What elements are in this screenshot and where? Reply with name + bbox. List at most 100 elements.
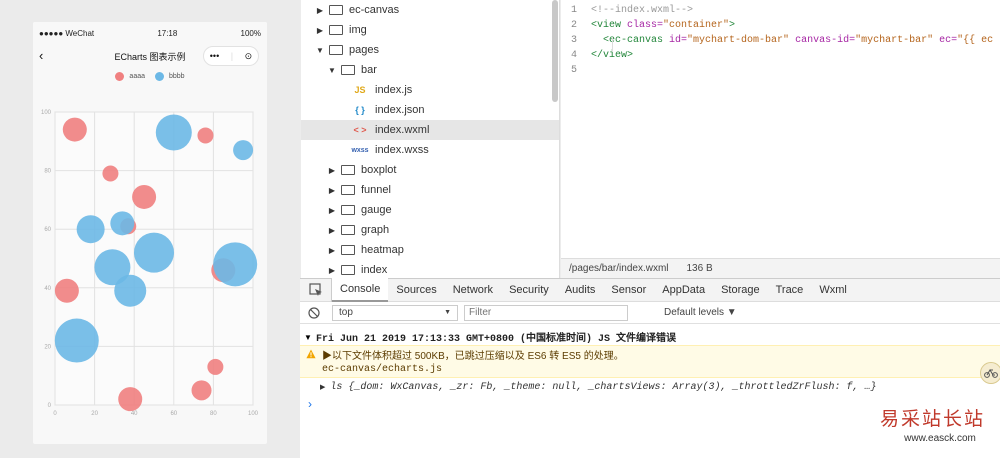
folder-icon xyxy=(341,185,355,195)
code-token: <!--index.wxml--> xyxy=(591,5,694,16)
point-aaaa[interactable] xyxy=(207,358,224,375)
point-aaaa[interactable] xyxy=(62,117,87,142)
tree-item-label: graph xyxy=(361,224,390,236)
code-token: class= xyxy=(627,20,664,31)
group-header-text: Fri Jun 21 2019 17:13:33 GMT+0800 (中国标准时… xyxy=(316,334,677,345)
tab-wxml[interactable]: Wxml xyxy=(811,278,855,302)
tab-network[interactable]: Network xyxy=(445,278,501,302)
json-file-icon: { } xyxy=(355,105,365,115)
point-bbbb[interactable] xyxy=(213,242,258,287)
prompt-caret: › xyxy=(308,397,312,411)
folder-icon xyxy=(341,245,355,255)
tree-item-label: index xyxy=(361,264,388,276)
js-file-icon: JS xyxy=(354,85,366,95)
tree-item-label: heatmap xyxy=(361,244,404,256)
tree-item-label: gauge xyxy=(361,204,392,216)
indent-guide xyxy=(612,37,613,52)
tab-appdata[interactable]: AppData xyxy=(654,278,713,302)
y-tick-label: 80 xyxy=(44,169,51,175)
tree-item-gauge[interactable]: ▶ gauge xyxy=(301,200,559,220)
caret-right-icon[interactable]: ▶ xyxy=(327,206,337,215)
console-warning-row: ▶以下文件体积超过 500KB，已跳过压缩以及 ES6 转 ES5 的处理。 xyxy=(300,345,1000,362)
caret-right-icon[interactable]: ▶ xyxy=(327,166,337,175)
tab-storage[interactable]: Storage xyxy=(713,278,768,302)
console-group-header[interactable]: ▼ Fri Jun 21 2019 17:13:33 GMT+0800 (中国标… xyxy=(300,329,1000,346)
tree-item-index[interactable]: ▶ index xyxy=(301,260,559,278)
context-select[interactable]: top ▼ xyxy=(332,304,458,321)
code-line[interactable]: 5 xyxy=(561,63,1000,78)
code-line[interactable]: 4 </view> xyxy=(561,48,1000,63)
log-text: ls {_dom: WxCanvas, _zr: Fb, _theme: nul… xyxy=(330,381,877,393)
code-editor[interactable]: 1 <!--index.wxml--> 2 <view class= "containe… xyxy=(561,0,1000,258)
folder-icon xyxy=(341,165,355,175)
tree-item-index-wxss[interactable]: wxss index.wxss xyxy=(301,140,559,160)
tab-sensor[interactable]: Sensor xyxy=(603,278,654,302)
folder-icon xyxy=(341,225,355,235)
y-tick-label: 100 xyxy=(41,110,52,116)
point-bbbb[interactable] xyxy=(233,140,254,161)
bike-icon xyxy=(980,362,1000,384)
code-line[interactable]: 3 <ec-canvas id= "mychart-dom-bar" canvas… xyxy=(561,33,1000,48)
tab-console[interactable]: Console xyxy=(332,278,389,302)
inspect-element-icon[interactable] xyxy=(300,278,332,302)
folder-icon xyxy=(329,45,343,55)
tab-audits[interactable]: Audits xyxy=(557,278,604,302)
caret-right-icon[interactable]: ▶ xyxy=(327,186,337,195)
scatter-chart[interactable]: 00 20 20 40 40 60 60 80 80 100 100 xyxy=(33,22,267,444)
caret-right-icon[interactable]: ▶ xyxy=(327,266,337,275)
caret-right-icon[interactable]: ▶ xyxy=(315,6,325,15)
line-number: 1 xyxy=(570,5,577,16)
code-token: "{{ ec xyxy=(957,35,994,46)
tree-item-graph[interactable]: ▶ graph xyxy=(301,220,559,240)
point-bbbb[interactable] xyxy=(114,274,147,307)
tree-item-funnel[interactable]: ▶ funnel xyxy=(301,180,559,200)
tree-item-index-wxml[interactable]: < > index.wxml xyxy=(301,120,559,140)
file-tree-scrollbar[interactable] xyxy=(552,0,558,102)
code-token: "container" xyxy=(663,20,730,31)
tree-item-bar[interactable]: ▼ bar xyxy=(301,60,559,80)
file-size: 136 B xyxy=(686,263,713,274)
point-aaaa[interactable] xyxy=(102,165,119,182)
watermark-url: www.easck.com xyxy=(904,433,976,444)
tree-item-heatmap[interactable]: ▶ heatmap xyxy=(301,240,559,260)
point-bbbb[interactable] xyxy=(110,211,135,236)
caret-right-icon[interactable]: ▶ xyxy=(315,26,325,35)
tab-sources[interactable]: Sources xyxy=(388,278,444,302)
console-filter-input[interactable] xyxy=(464,304,628,321)
point-bbbb[interactable] xyxy=(76,215,105,244)
log-levels-select[interactable]: Default levels ▼ xyxy=(664,307,737,318)
expand-right-icon[interactable]: ▶ xyxy=(320,383,325,392)
tree-item-label: index.wxml xyxy=(375,124,430,136)
point-aaaa[interactable] xyxy=(54,278,79,303)
code-line[interactable]: 1 <!--index.wxml--> xyxy=(561,3,1000,18)
tree-item-img[interactable]: ▶ img xyxy=(301,20,559,40)
point-aaaa[interactable] xyxy=(197,127,214,144)
clear-console-icon[interactable] xyxy=(300,306,328,319)
code-line[interactable]: 2 <view class= "container" > xyxy=(561,18,1000,33)
tree-item-index-js[interactable]: JS index.js xyxy=(301,80,559,100)
console-log-row[interactable]: ▶ ls {_dom: WxCanvas, _zr: Fb, _theme: n… xyxy=(300,379,1000,395)
tree-item-boxplot[interactable]: ▶ boxplot xyxy=(301,160,559,180)
tree-item-ec-canvas[interactable]: ▶ ec-canvas xyxy=(301,0,559,20)
point-bbbb[interactable] xyxy=(54,318,99,363)
warning-file[interactable]: ec-canvas/echarts.js xyxy=(322,364,442,375)
tab-security[interactable]: Security xyxy=(501,278,557,302)
point-aaaa[interactable] xyxy=(118,387,143,412)
caret-right-icon[interactable]: ▶ xyxy=(327,246,337,255)
warning-file-row: ec-canvas/echarts.js xyxy=(300,362,1000,378)
point-bbbb[interactable] xyxy=(134,232,174,273)
tree-item-index-json[interactable]: { } index.json xyxy=(301,100,559,120)
caret-down-icon[interactable]: ▼ xyxy=(315,46,325,55)
caret-down-icon[interactable]: ▼ xyxy=(327,66,337,75)
code-token: <ec-canvas xyxy=(591,35,670,46)
point-aaaa[interactable] xyxy=(132,184,157,209)
x-tick-label: 80 xyxy=(210,411,217,417)
tree-item-label: index.js xyxy=(375,84,413,96)
tab-trace[interactable]: Trace xyxy=(768,278,812,302)
expand-down-icon[interactable]: ▼ xyxy=(300,333,316,342)
point-aaaa[interactable] xyxy=(191,380,212,401)
caret-right-icon[interactable]: ▶ xyxy=(327,226,337,235)
code-token: > xyxy=(729,20,736,31)
point-bbbb[interactable] xyxy=(155,114,192,151)
tree-item-pages[interactable]: ▼ pages xyxy=(301,40,559,60)
